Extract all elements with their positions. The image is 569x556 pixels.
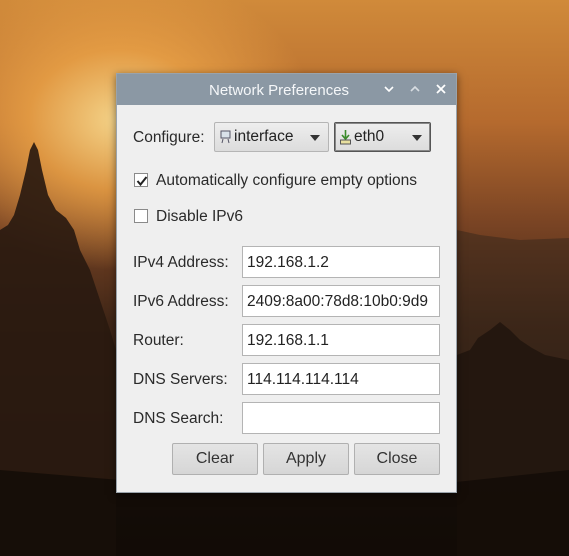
apply-button[interactable]: Apply bbox=[263, 443, 349, 475]
configure-label: Configure: bbox=[133, 129, 205, 146]
dns-search-label: DNS Search: bbox=[133, 410, 224, 427]
auto-configure-label[interactable]: Automatically configure empty options bbox=[156, 172, 417, 190]
disable-ipv6-checkbox[interactable] bbox=[134, 209, 148, 223]
ethernet-icon bbox=[340, 130, 351, 145]
ipv4-label: IPv4 Address: bbox=[133, 254, 229, 271]
dns-servers-field[interactable]: 114.114.114.114 bbox=[242, 363, 440, 395]
ipv4-address-value: 192.168.1.2 bbox=[247, 254, 329, 271]
configure-type-dropdown[interactable]: interface bbox=[214, 122, 329, 152]
interface-dropdown[interactable]: eth0 bbox=[334, 122, 431, 152]
chevron-down-icon bbox=[310, 135, 320, 141]
chevron-down-icon bbox=[412, 135, 422, 141]
dns-servers-value: 114.114.114.114 bbox=[247, 371, 359, 388]
router-label: Router: bbox=[133, 332, 184, 349]
dns-search-field[interactable] bbox=[242, 402, 440, 434]
minimize-icon[interactable] bbox=[381, 81, 397, 97]
ipv4-address-field[interactable]: 192.168.1.2 bbox=[242, 246, 440, 278]
ipv6-address-value: 2409:8a00:78d8:10b0:9d9 bbox=[247, 293, 429, 310]
interface-icon bbox=[220, 130, 231, 144]
network-preferences-window: Network Preferences Configure: interface… bbox=[116, 73, 457, 493]
configure-type-value: interface bbox=[234, 128, 294, 145]
auto-configure-checkbox[interactable] bbox=[134, 173, 148, 187]
close-button[interactable]: Close bbox=[354, 443, 440, 475]
clear-button[interactable]: Clear bbox=[172, 443, 258, 475]
window-title: Network Preferences bbox=[209, 82, 350, 99]
interface-value: eth0 bbox=[354, 128, 385, 145]
close-icon[interactable] bbox=[433, 81, 449, 97]
router-field[interactable]: 192.168.1.1 bbox=[242, 324, 440, 356]
title-bar[interactable]: Network Preferences bbox=[117, 74, 456, 105]
dns-servers-label: DNS Servers: bbox=[133, 371, 228, 388]
ipv6-address-field[interactable]: 2409:8a00:78d8:10b0:9d9 bbox=[242, 285, 440, 317]
ipv6-label: IPv6 Address: bbox=[133, 293, 229, 310]
checkmark-icon bbox=[136, 176, 148, 187]
router-value: 192.168.1.1 bbox=[247, 332, 329, 349]
maximize-icon[interactable] bbox=[407, 81, 423, 97]
disable-ipv6-label[interactable]: Disable IPv6 bbox=[156, 208, 243, 226]
